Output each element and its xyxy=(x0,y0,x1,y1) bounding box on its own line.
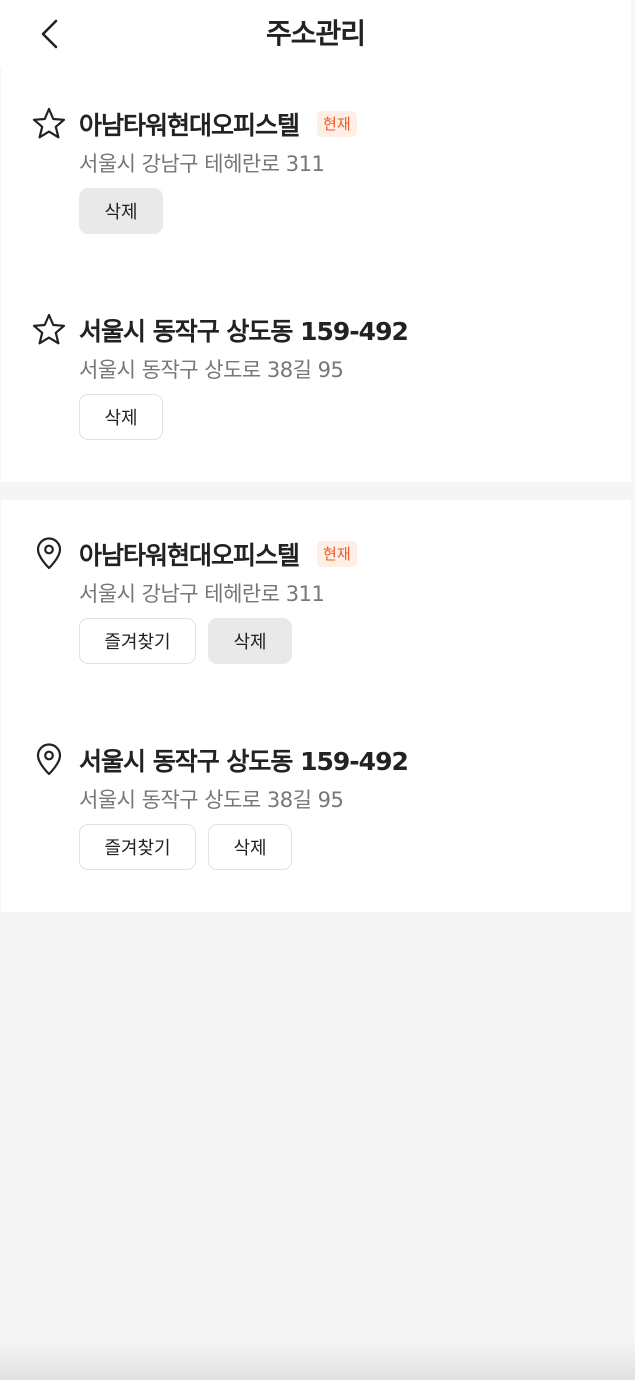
title-row: 서울시 동작구 상도동 159-492 xyxy=(79,740,409,780)
button-row: 즐겨찾기 삭제 xyxy=(79,618,292,664)
star-icon[interactable] xyxy=(29,310,69,350)
button-row: 삭제 xyxy=(79,394,163,440)
favorite-address-item: 서울시 동작구 상도동 159-492 서울시 동작구 상도로 38길 95 삭… xyxy=(1,310,631,490)
button-row: 즐겨찾기 삭제 xyxy=(79,824,292,870)
title-row: 아남타워현대오피스텔 현재 xyxy=(79,534,357,574)
address-name: 서울시 동작구 상도동 159-492 xyxy=(79,317,409,346)
bottom-shadow xyxy=(0,1340,635,1380)
button-row: 삭제 xyxy=(79,188,163,234)
recent-address-item: 서울시 동작구 상도동 159-492 서울시 동작구 상도로 38길 95 즐… xyxy=(1,740,631,920)
address-name: 아남타워현대오피스텔 xyxy=(79,111,300,140)
address-detail: 서울시 동작구 상도로 38길 95 xyxy=(79,358,344,382)
map-pin-icon xyxy=(29,534,69,574)
header: 주소관리 xyxy=(0,0,631,68)
add-favorite-button[interactable]: 즐겨찾기 xyxy=(79,824,196,870)
delete-button[interactable]: 삭제 xyxy=(208,618,292,664)
address-name: 아남타워현대오피스텔 xyxy=(79,541,300,570)
add-favorite-button[interactable]: 즐겨찾기 xyxy=(79,618,196,664)
recent-address-item: 아남타워현대오피스텔 현재 서울시 강남구 테헤란로 311 즐겨찾기 삭제 xyxy=(1,534,631,714)
current-badge: 현재 xyxy=(317,541,357,567)
map-pin-icon xyxy=(29,740,69,780)
recent-addresses-section: 아남타워현대오피스텔 현재 서울시 강남구 테헤란로 311 즐겨찾기 삭제 서… xyxy=(1,500,631,912)
delete-button[interactable]: 삭제 xyxy=(79,394,163,440)
favorite-address-item: 아남타워현대오피스텔 현재 서울시 강남구 테헤란로 311 삭제 xyxy=(1,104,631,284)
title-row: 아남타워현대오피스텔 현재 xyxy=(79,104,357,144)
page-title: 주소관리 xyxy=(265,17,366,50)
title-row: 서울시 동작구 상도동 159-492 xyxy=(79,310,409,350)
delete-button[interactable]: 삭제 xyxy=(208,824,292,870)
address-name: 서울시 동작구 상도동 159-492 xyxy=(79,747,409,776)
star-icon[interactable] xyxy=(29,104,69,144)
address-detail: 서울시 강남구 테헤란로 311 xyxy=(79,152,325,176)
current-badge: 현재 xyxy=(317,111,357,137)
address-detail: 서울시 동작구 상도로 38길 95 xyxy=(79,788,344,812)
delete-button[interactable]: 삭제 xyxy=(79,188,163,234)
address-detail: 서울시 강남구 테헤란로 311 xyxy=(79,582,325,606)
favorites-section: 아남타워현대오피스텔 현재 서울시 강남구 테헤란로 311 삭제 서울시 동작… xyxy=(1,68,631,482)
